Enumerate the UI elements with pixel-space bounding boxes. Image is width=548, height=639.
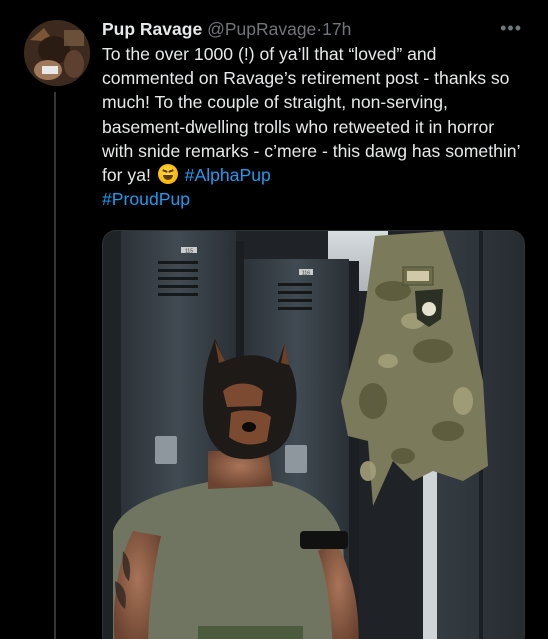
hashtag-proudpup[interactable]: #ProudPup <box>102 189 190 209</box>
hashtag-alphapup[interactable]: #AlphaPup <box>185 165 271 185</box>
avatar[interactable] <box>24 20 90 86</box>
tweet-timestamp[interactable]: 17h <box>322 19 351 39</box>
tweet-header: Pup Ravage @PupRavage·17h <box>102 17 488 41</box>
avatar-image <box>24 20 90 86</box>
locker-plate-1: 115 <box>185 249 193 255</box>
tweet-text: To the over 1000 (!) of ya’ll that “love… <box>102 42 522 211</box>
thread-line <box>54 92 56 639</box>
more-options-icon[interactable]: ••• <box>500 18 522 39</box>
author-handle[interactable]: @PupRavage <box>207 19 316 39</box>
grinning-squinting-face-icon <box>157 164 178 185</box>
author-display-name[interactable]: Pup Ravage <box>102 19 202 39</box>
tweet[interactable]: ••• Pup Ravage @PupRavage·17h To the ove… <box>0 0 548 639</box>
locker-room-photo: 115 116 <box>103 231 524 639</box>
locker-plate-2: 116 <box>302 271 310 277</box>
tweet-photo[interactable]: 115 116 <box>102 230 525 639</box>
